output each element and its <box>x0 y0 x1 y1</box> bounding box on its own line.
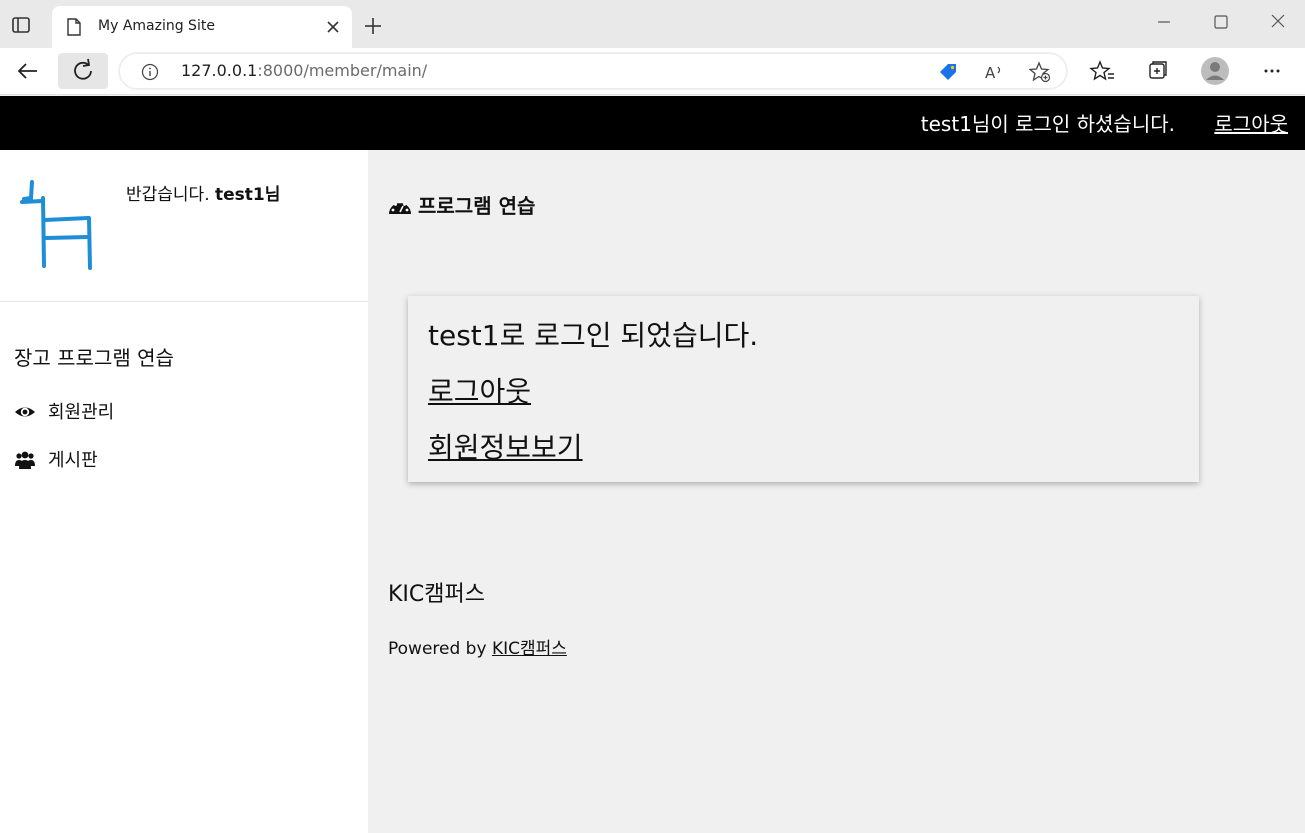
main-content: 프로그램 연습 test1로 로그인 되었습니다. 로그아웃 회원정보보기 KI… <box>368 150 1305 833</box>
powered-by-prefix: Powered by <box>388 639 487 659</box>
welcome-prefix: 반갑습니다. <box>126 185 210 205</box>
svg-text:A: A <box>985 64 996 82</box>
window-close-icon[interactable] <box>1267 12 1291 36</box>
address-bar[interactable]: 127.0.0.1:8000/member/main/ A <box>118 52 1068 90</box>
maximize-icon[interactable] <box>1209 12 1233 36</box>
logout-link[interactable]: 로그아웃 <box>428 370 531 410</box>
footer-title: KIC캠퍼스 <box>388 582 485 607</box>
browser-tab[interactable]: My Amazing Site <box>52 6 352 48</box>
browser-tabstrip: My Amazing Site <box>0 0 1305 48</box>
page-title: 프로그램 연습 <box>388 190 535 219</box>
profile-avatar-icon[interactable] <box>1198 54 1232 88</box>
browser-toolbar: 127.0.0.1:8000/member/main/ A <box>0 48 1305 95</box>
sidebar-divider <box>0 301 368 302</box>
collections-icon[interactable] <box>1141 54 1175 88</box>
welcome-username: test1님 <box>215 185 281 205</box>
read-aloud-icon[interactable]: A <box>983 61 1005 83</box>
minimize-icon[interactable] <box>1152 12 1176 36</box>
add-favorite-icon[interactable] <box>1029 61 1051 83</box>
more-menu-icon[interactable] <box>1255 54 1289 88</box>
close-tab-icon[interactable] <box>324 18 342 36</box>
login-info-card: test1로 로그인 되었습니다. 로그아웃 회원정보보기 <box>408 296 1199 482</box>
sidebar-menu-title: 장고 프로그램 연습 <box>14 346 174 370</box>
document-icon <box>67 18 81 36</box>
powered-by: Powered by KIC캠퍼스 <box>388 634 567 659</box>
back-icon[interactable] <box>11 54 45 88</box>
page-title-text: 프로그램 연습 <box>418 194 536 218</box>
url-text: 127.0.0.1:8000/member/main/ <box>181 61 427 80</box>
refresh-icon[interactable] <box>58 53 108 89</box>
header-logout-link[interactable]: 로그아웃 <box>1214 108 1288 137</box>
site-header: test1님이 로그인 하셨습니다. 로그아웃 <box>0 96 1305 150</box>
tab-title: My Amazing Site <box>98 18 215 34</box>
sidebar-item-label: 게시판 <box>48 450 98 471</box>
users-icon <box>15 451 35 469</box>
welcome-message: 반갑습니다. test1님 <box>126 180 280 205</box>
tab-actions-icon[interactable] <box>10 14 32 36</box>
url-path: :8000/member/main/ <box>257 61 428 80</box>
login-status-text: test1님이 로그인 하셨습니다. <box>920 112 1175 136</box>
member-info-link[interactable]: 회원정보보기 <box>428 426 583 466</box>
site-logo <box>20 180 92 270</box>
new-tab-icon[interactable] <box>362 15 384 37</box>
url-host: 127.0.0.1 <box>181 61 258 80</box>
login-confirmation-text: test1로 로그인 되었습니다. <box>428 319 759 352</box>
sidebar-item-label: 회원관리 <box>48 402 115 423</box>
powered-by-link[interactable]: KIC캠퍼스 <box>492 639 567 659</box>
eye-icon <box>15 407 35 417</box>
info-icon[interactable] <box>141 63 159 81</box>
dashboard-icon <box>389 200 411 214</box>
sidebar: 반갑습니다. test1님 장고 프로그램 연습 회원관리 게시판 <box>0 150 368 833</box>
price-tag-icon[interactable] <box>937 61 959 83</box>
favorites-icon[interactable] <box>1086 54 1120 88</box>
